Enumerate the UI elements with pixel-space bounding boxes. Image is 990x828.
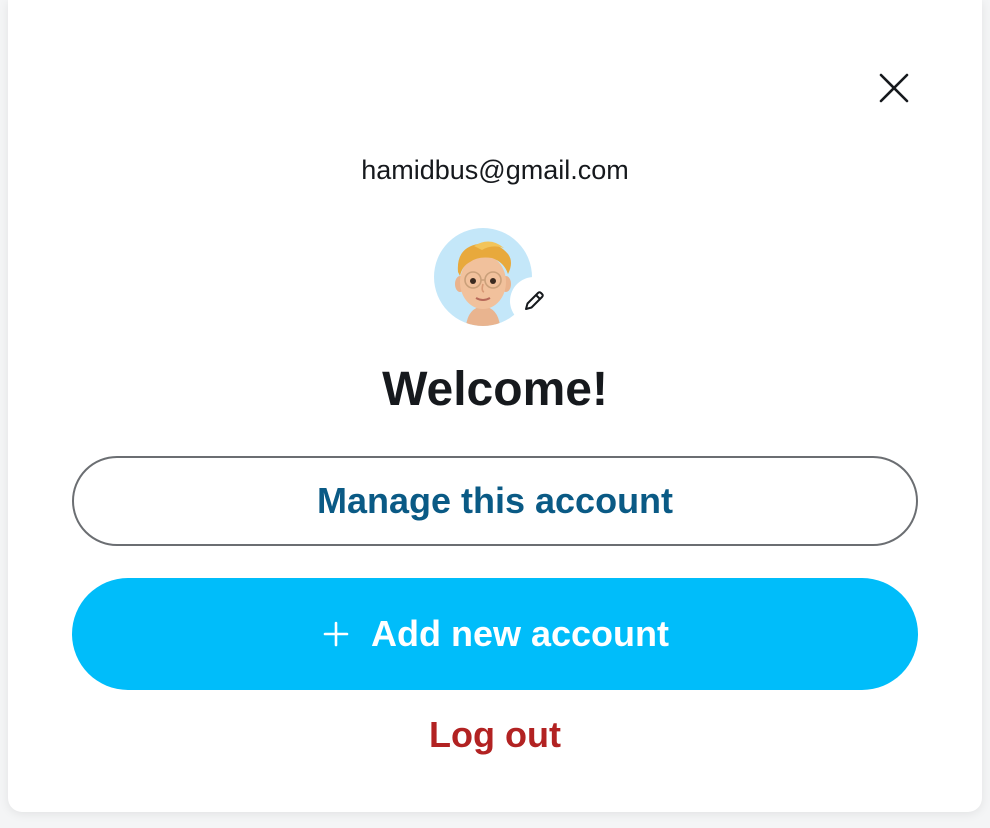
logout-row: Log out: [8, 712, 982, 758]
close-icon: [879, 73, 909, 103]
edit-avatar-button[interactable]: [510, 277, 558, 325]
welcome-heading: Welcome!: [382, 363, 608, 416]
plus-icon: [321, 619, 351, 649]
pencil-icon: [525, 291, 544, 310]
add-account-label: Add new account: [370, 613, 670, 654]
logout-link[interactable]: Log out: [429, 714, 561, 755]
add-account-button[interactable]: Add new account: [72, 578, 918, 690]
close-button[interactable]: [874, 68, 914, 108]
account-email: hamidbus@gmail.com: [361, 155, 629, 185]
manage-account-button[interactable]: Manage this account: [72, 456, 918, 546]
account-dialog: hamidbus@gmail.com Welcome! Manage this …: [8, 0, 982, 812]
manage-account-label: Manage this account: [316, 480, 674, 521]
